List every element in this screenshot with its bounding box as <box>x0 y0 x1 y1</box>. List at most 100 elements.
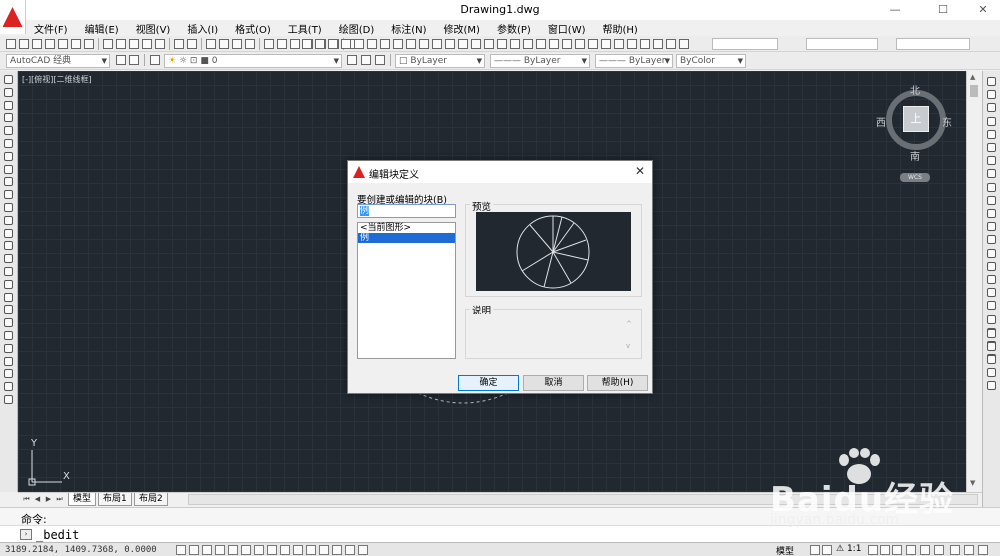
modify-tool-icon[interactable] <box>987 301 996 311</box>
toolbar-tool-icon[interactable] <box>471 39 481 49</box>
draw-tool-icon[interactable] <box>4 75 13 84</box>
workspace-select[interactable]: AutoCAD 经典 ▼ <box>6 54 110 68</box>
block-editor-icon[interactable] <box>155 39 165 49</box>
layer-previous-icon[interactable] <box>361 55 371 65</box>
status-tool-icon[interactable] <box>822 545 832 555</box>
block-list[interactable]: <当前图形> 例 <box>357 222 456 359</box>
toolbar-tool-icon[interactable] <box>380 39 390 49</box>
modify-tool-icon[interactable] <box>987 195 996 205</box>
draw-tool-icon[interactable] <box>4 254 13 264</box>
toolbar-tool-icon[interactable] <box>575 39 585 49</box>
toolbar-tool-icon[interactable] <box>510 39 520 49</box>
draw-tool-icon[interactable] <box>4 190 13 200</box>
ok-button[interactable]: 确定 <box>458 375 519 391</box>
modify-tool-icon[interactable] <box>987 169 996 179</box>
compass-south[interactable]: 南 <box>910 148 920 163</box>
draw-tool-icon[interactable] <box>4 241 13 251</box>
drafting-toggle-icon[interactable] <box>267 545 277 555</box>
modify-tool-icon[interactable] <box>987 261 996 271</box>
draw-tool-icon[interactable] <box>4 164 13 174</box>
draw-tool-icon[interactable] <box>4 305 13 315</box>
modify-tool-icon[interactable] <box>987 129 996 139</box>
workspace-toggle-icon[interactable] <box>129 55 139 65</box>
toolbar-tool-icon[interactable] <box>666 39 676 49</box>
draw-tool-icon[interactable] <box>4 369 13 379</box>
menu-item[interactable]: 帮助(H) <box>603 21 638 36</box>
status-tool-icon[interactable] <box>892 545 902 555</box>
zoom-window-icon[interactable] <box>232 39 242 49</box>
first-tab-icon[interactable]: ⏮ <box>22 494 31 504</box>
plotstyle-select[interactable]: ByColor ▼ <box>676 54 746 68</box>
draw-tool-icon[interactable] <box>4 395 13 404</box>
modify-tool-icon[interactable] <box>987 182 996 192</box>
draw-tool-icon[interactable] <box>4 356 13 366</box>
modify-tool-icon[interactable] <box>987 235 996 245</box>
drafting-toggle-icon[interactable] <box>280 545 290 555</box>
modify-tool-icon[interactable] <box>987 248 996 258</box>
toolbar-tool-icon[interactable] <box>549 39 559 49</box>
linetype-select[interactable]: ——— ByLayer ▼ <box>490 54 590 68</box>
tab-layout[interactable]: 布局2 <box>134 493 168 506</box>
menu-item[interactable]: 编辑(E) <box>85 21 119 36</box>
draw-tool-icon[interactable] <box>4 100 13 110</box>
dimension-style-select[interactable] <box>806 38 878 50</box>
lineweight-select[interactable]: ——— ByLayer ▼ <box>595 54 673 68</box>
menu-item[interactable]: 视图(V) <box>136 21 171 36</box>
vertical-scrollbar[interactable]: ▲ ▼ <box>966 71 981 492</box>
viewcube[interactable]: 上 北 南 东 西 <box>876 84 952 163</box>
plot-icon[interactable] <box>45 39 55 49</box>
toolbar-tool-icon[interactable] <box>614 39 624 49</box>
viewport-controls[interactable]: [-][俯视][二维线框] <box>22 74 92 85</box>
scroll-thumb[interactable] <box>970 85 978 97</box>
draw-tool-icon[interactable] <box>4 382 13 392</box>
menu-item[interactable]: 修改(M) <box>444 21 480 36</box>
open-icon[interactable] <box>19 39 29 49</box>
draw-order-icon[interactable] <box>987 355 996 364</box>
draw-tool-icon[interactable] <box>4 318 13 328</box>
status-tool-icon[interactable] <box>810 545 820 555</box>
scroll-up-icon[interactable]: ▲ <box>970 73 975 81</box>
status-tool-icon[interactable] <box>880 545 890 555</box>
modify-tool-icon[interactable] <box>987 103 996 113</box>
toolbar-tool-icon[interactable] <box>484 39 494 49</box>
toolbar-tool-icon[interactable] <box>406 39 416 49</box>
paste-icon[interactable] <box>129 39 139 49</box>
minimize-button[interactable]: — <box>880 2 910 18</box>
modify-tool-icon[interactable] <box>987 275 996 284</box>
menu-item[interactable]: 绘图(D) <box>339 21 375 36</box>
drafting-toggle-icon[interactable] <box>319 545 329 555</box>
toolbar-tool-icon[interactable] <box>315 39 325 49</box>
toolbar-tool-icon[interactable] <box>354 39 364 49</box>
drafting-toggle-icon[interactable] <box>228 545 238 555</box>
modify-tool-icon[interactable] <box>987 288 996 298</box>
zoom-previous-icon[interactable] <box>245 39 255 49</box>
menu-item[interactable]: 窗口(W) <box>548 21 586 36</box>
match-icon[interactable] <box>142 39 152 49</box>
workspace-settings-icon[interactable] <box>116 55 126 65</box>
viewcube-top-face[interactable]: 上 <box>903 106 929 132</box>
zoom-realtime-icon[interactable] <box>219 39 229 49</box>
draw-tool-icon[interactable] <box>4 331 13 340</box>
toolbar-tool-icon[interactable] <box>627 39 637 49</box>
toolbar-tool-icon[interactable] <box>588 39 598 49</box>
layer-manager-icon[interactable] <box>150 55 160 65</box>
draw-tool-icon[interactable] <box>4 139 13 148</box>
toolbar-tool-icon[interactable] <box>367 39 377 49</box>
status-tool-icon[interactable] <box>934 545 944 555</box>
pan-icon[interactable] <box>206 39 216 49</box>
modify-tool-icon[interactable] <box>987 116 996 126</box>
modify-tool-icon[interactable] <box>987 314 996 324</box>
draw-tool-icon[interactable] <box>4 126 13 136</box>
draw-tool-icon[interactable] <box>4 215 13 225</box>
block-list-item[interactable]: <当前图形> <box>358 223 455 233</box>
drafting-toggle-icon[interactable] <box>202 545 212 555</box>
toolbar-tool-icon[interactable] <box>445 39 455 49</box>
toolbar-tool-icon[interactable] <box>653 39 663 49</box>
status-tool-icon[interactable] <box>978 545 988 555</box>
draw-order-icon[interactable] <box>987 342 996 351</box>
new-icon[interactable] <box>6 39 16 49</box>
maximize-button[interactable]: ☐ <box>928 2 958 18</box>
draw-tool-icon[interactable] <box>4 203 13 212</box>
modify-tool-icon[interactable] <box>987 143 996 152</box>
publish-icon[interactable] <box>71 39 81 49</box>
